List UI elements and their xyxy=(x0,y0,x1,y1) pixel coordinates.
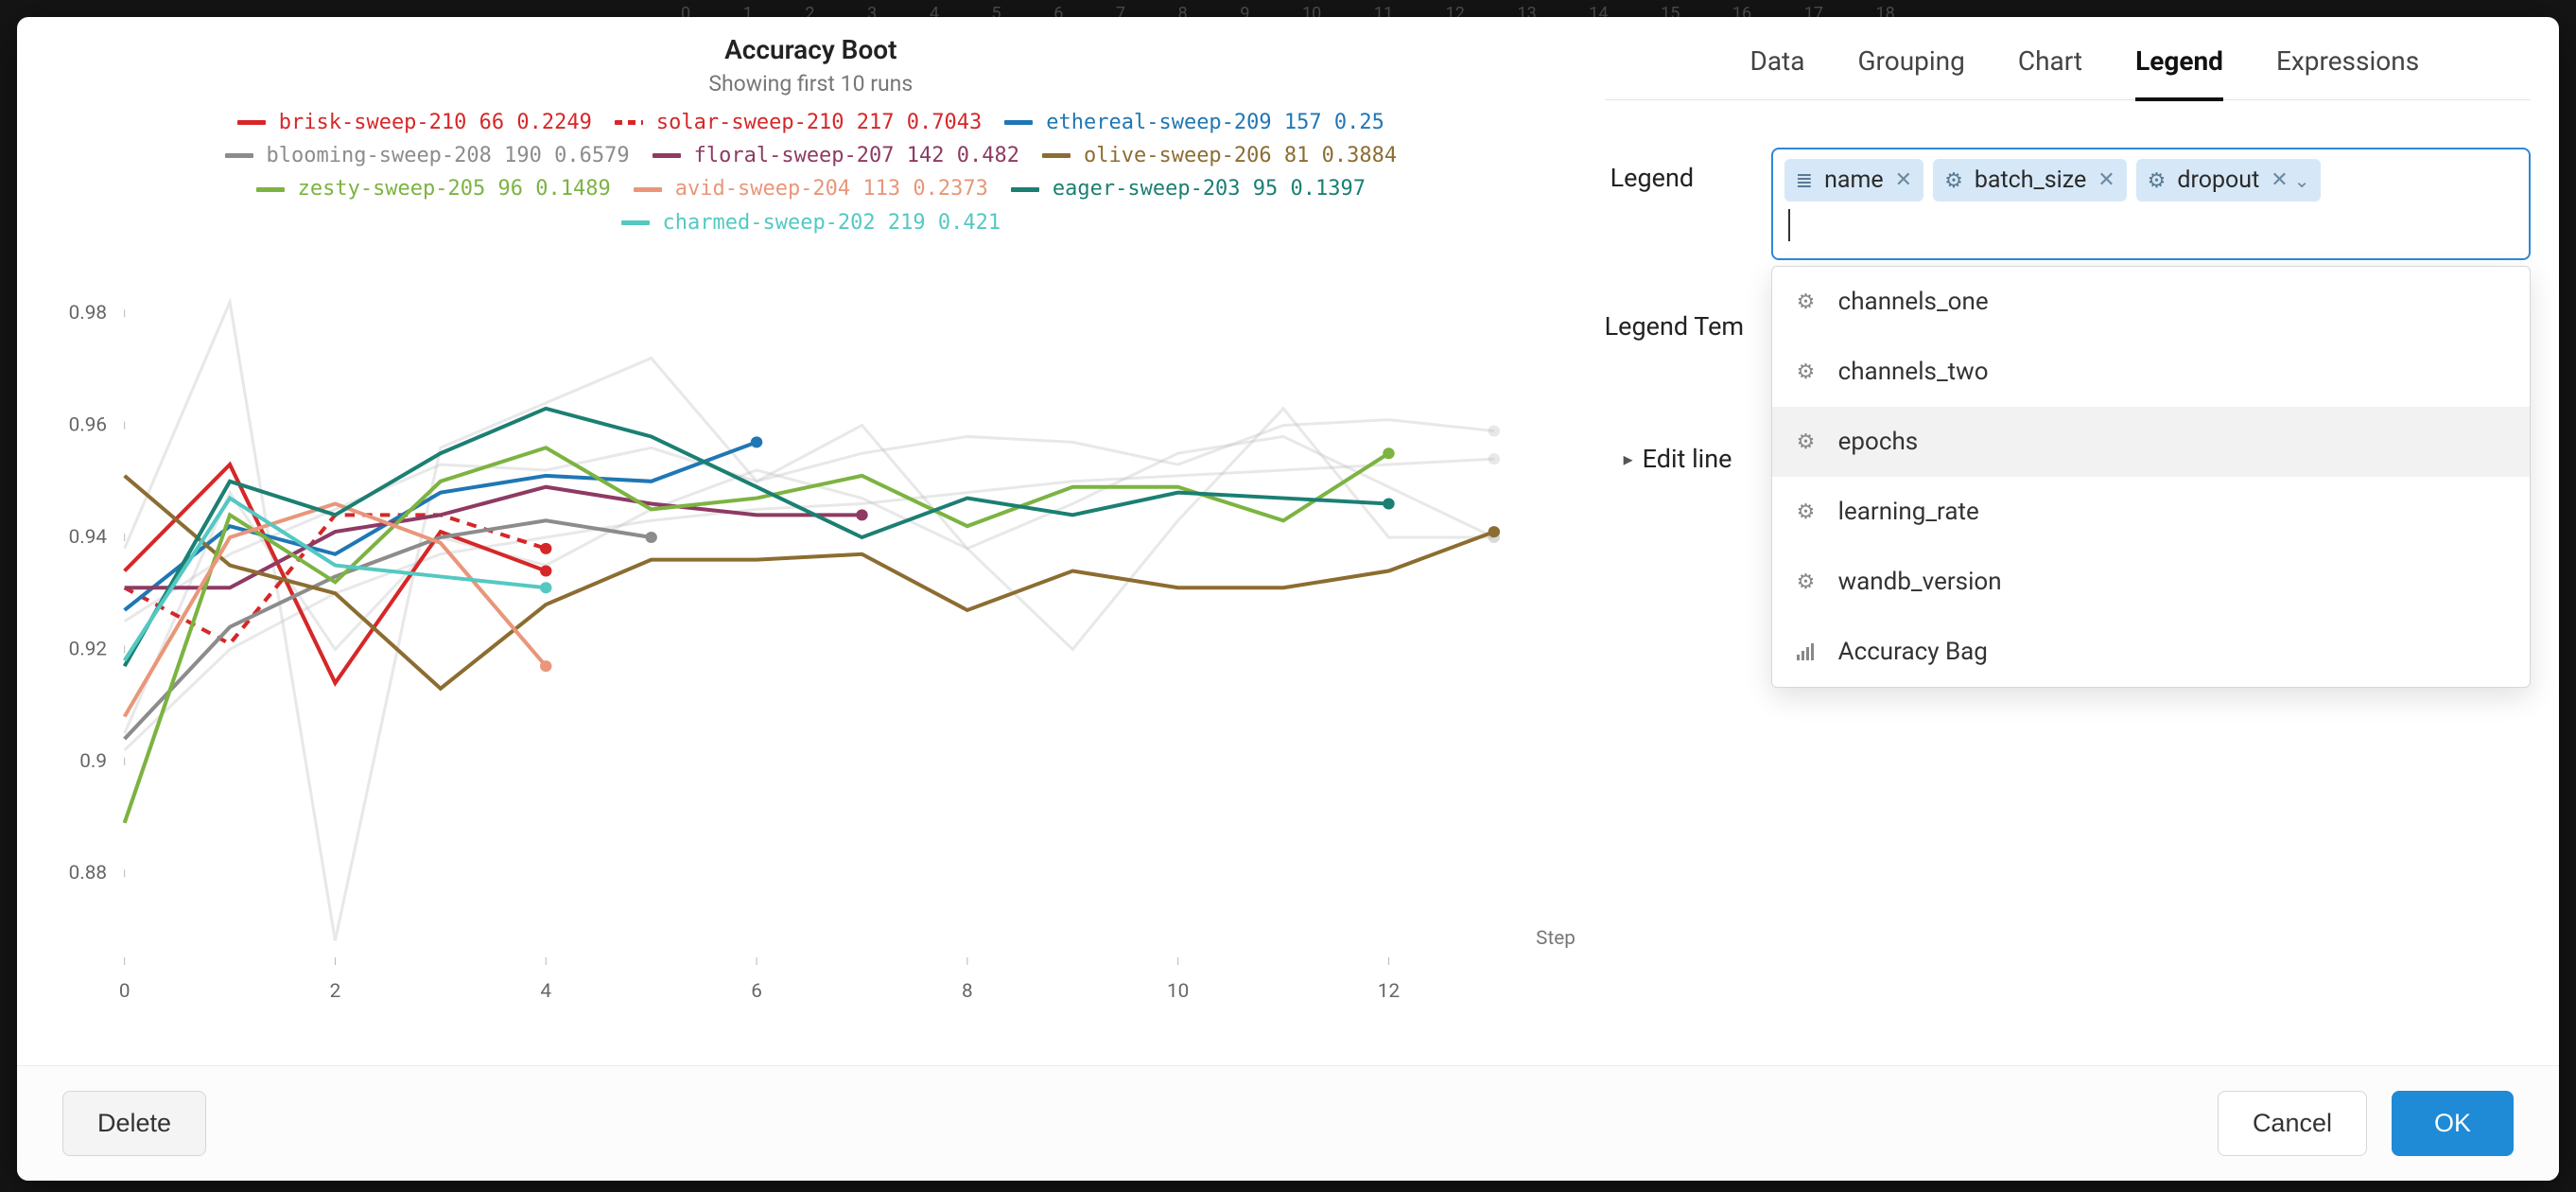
chevron-down-icon[interactable]: ⌄ xyxy=(2294,169,2310,192)
legend-swatch xyxy=(256,187,285,192)
legend-token-name[interactable]: name✕ xyxy=(1784,159,1923,202)
chart-legend: brisk-sweep-210 66 0.2249 solar-sweep-210… xyxy=(26,104,1595,238)
legend-autocomplete-dropdown[interactable]: channels_onechannels_twoepochslearning_r… xyxy=(1771,266,2531,688)
legend-swatch xyxy=(1011,187,1039,192)
legend-entry[interactable]: avid-sweep-204 113 0.2373 xyxy=(634,174,988,204)
chart-plot-area[interactable]: 0.88 0.9 0.92 0.94 0.96 0.98 0 2 4 6 8 10 12 Step xyxy=(26,248,1595,1024)
legend-entry[interactable]: solar-sweep-210 217 0.7043 xyxy=(615,108,982,138)
dropdown-option-learning_rate[interactable]: learning_rate xyxy=(1772,477,2530,547)
svg-text:0.98: 0.98 xyxy=(69,301,107,324)
legend-token-dropout[interactable]: dropout✕⌄ xyxy=(2136,159,2322,202)
text-caret xyxy=(1788,209,1790,241)
svg-text:0.9: 0.9 xyxy=(79,749,107,772)
legend-entry[interactable]: charmed-sweep-202 219 0.421 xyxy=(621,208,1001,238)
svg-text:8: 8 xyxy=(962,979,973,1002)
svg-text:Step: Step xyxy=(1536,926,1575,949)
legend-swatch xyxy=(237,120,266,125)
cancel-button[interactable]: Cancel xyxy=(2218,1091,2367,1156)
legend-entry[interactable]: zesty-sweep-205 96 0.1489 xyxy=(256,174,611,204)
svg-text:2: 2 xyxy=(330,979,341,1002)
modal-footer: Delete Cancel OK xyxy=(17,1065,2559,1181)
legend-template-label: Legend Tem xyxy=(1605,302,1766,342)
chart-preview-pane: Accuracy Boot Showing first 10 runs bris… xyxy=(17,17,1605,1065)
legend-token-batch_size[interactable]: batch_size✕ xyxy=(1933,159,2127,202)
svg-text:0: 0 xyxy=(119,979,131,1002)
svg-text:10: 10 xyxy=(1167,979,1189,1002)
svg-text:0.88: 0.88 xyxy=(69,861,107,884)
remove-token-icon[interactable]: ✕ xyxy=(1895,170,1912,191)
gear-icon xyxy=(1797,570,1821,594)
svg-text:0.94: 0.94 xyxy=(69,525,107,548)
gear-icon xyxy=(1797,500,1821,524)
dropdown-option-accuracy-bag[interactable]: Accuracy Bag xyxy=(1772,617,2530,687)
chart-edit-modal: Accuracy Boot Showing first 10 runs bris… xyxy=(17,17,2559,1181)
svg-text:12: 12 xyxy=(1378,979,1400,1002)
gear-icon xyxy=(2148,167,2167,194)
remove-token-icon[interactable]: ✕ xyxy=(2097,170,2115,191)
legend-swatch xyxy=(621,220,650,225)
chart-title: Accuracy Boot xyxy=(26,34,1595,65)
svg-text:0.92: 0.92 xyxy=(69,638,107,660)
caret-right-icon: ▸ xyxy=(1624,447,1633,470)
legend-field-label: Legend xyxy=(1610,148,1771,193)
legend-token-input[interactable]: name✕batch_size✕dropout✕⌄ xyxy=(1771,148,2531,260)
svg-text:0.96: 0.96 xyxy=(69,413,107,436)
edit-line-label: Edit line xyxy=(1643,444,1732,474)
svg-text:6: 6 xyxy=(751,979,762,1002)
legend-entry[interactable]: blooming-sweep-208 190 0.6579 xyxy=(225,141,630,171)
tab-legend[interactable]: Legend xyxy=(2135,45,2223,101)
legend-entry[interactable]: eager-sweep-203 95 0.1397 xyxy=(1011,174,1366,204)
legend-entry[interactable]: floral-sweep-207 142 0.482 xyxy=(653,141,1019,171)
chart-subtitle: Showing first 10 runs xyxy=(26,71,1595,96)
gear-icon xyxy=(1797,430,1821,454)
legend-entry[interactable]: olive-sweep-206 81 0.3884 xyxy=(1042,141,1397,171)
dropdown-option-wandb_version[interactable]: wandb_version xyxy=(1772,547,2530,617)
barchart-icon xyxy=(1797,643,1821,660)
tab-expressions[interactable]: Expressions xyxy=(2276,45,2419,101)
legend-swatch xyxy=(1042,153,1070,158)
delete-button[interactable]: Delete xyxy=(62,1091,206,1156)
settings-pane: Data Grouping Chart Legend Expressions Legen… xyxy=(1605,17,2559,1065)
legend-swatch xyxy=(615,120,643,125)
dropdown-option-channels_one[interactable]: channels_one xyxy=(1772,267,2530,337)
list-icon xyxy=(1796,167,1813,194)
legend-entry[interactable]: ethereal-sweep-209 157 0.25 xyxy=(1004,108,1384,138)
dropdown-option-channels_two[interactable]: channels_two xyxy=(1772,337,2530,407)
gear-icon xyxy=(1797,360,1821,384)
legend-swatch xyxy=(1004,120,1033,125)
tab-chart[interactable]: Chart xyxy=(2018,45,2082,101)
tab-data[interactable]: Data xyxy=(1749,45,1804,101)
legend-swatch xyxy=(634,187,662,192)
legend-entry[interactable]: brisk-sweep-210 66 0.2249 xyxy=(237,108,592,138)
gear-icon xyxy=(1944,167,1963,194)
ok-button[interactable]: OK xyxy=(2392,1091,2514,1156)
legend-swatch xyxy=(225,153,253,158)
remove-token-icon[interactable]: ✕ xyxy=(2271,170,2288,191)
settings-tabs: Data Grouping Chart Legend Expressions xyxy=(1605,17,2531,100)
gear-icon xyxy=(1797,290,1821,314)
svg-text:4: 4 xyxy=(540,979,551,1002)
dropdown-option-epochs[interactable]: epochs xyxy=(1772,407,2530,477)
tab-grouping[interactable]: Grouping xyxy=(1857,45,1964,101)
legend-swatch xyxy=(653,153,681,158)
